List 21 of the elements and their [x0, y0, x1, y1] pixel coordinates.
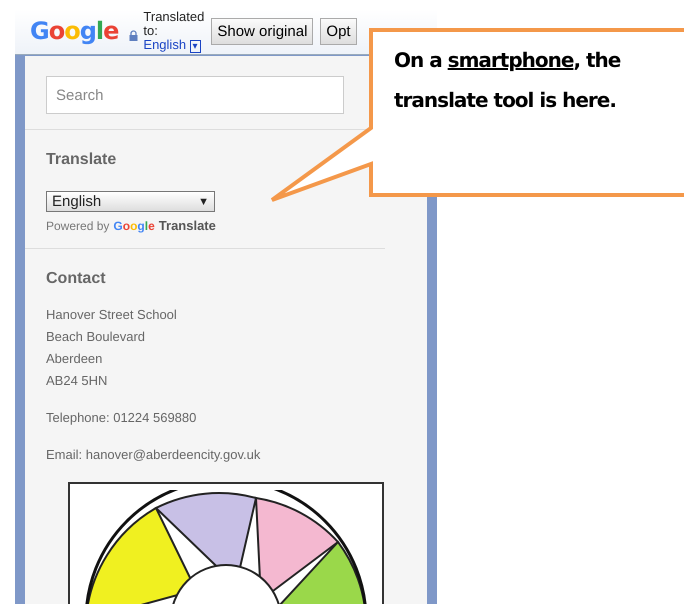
lock-icon [129, 30, 138, 40]
telephone-text: Telephone: 01224 569880 [46, 409, 198, 427]
email-text: Email: hanover@aberdeencity.gov.uk [46, 446, 262, 464]
address-line: AB24 5HN [46, 372, 108, 390]
address-line: Hanover Street School [46, 306, 178, 324]
toolbar-button[interactable]: Opt [320, 18, 357, 44]
address-line: Aberdeen [46, 350, 104, 368]
language-link[interactable]: English ▾ [143, 38, 201, 52]
toolbar-button[interactable]: Show original [211, 18, 314, 44]
google-logo: Google [30, 17, 118, 45]
google-logo: Google [113, 218, 155, 232]
section-heading: Translate [46, 151, 118, 169]
language-select[interactable]: English ▼ [46, 191, 215, 212]
status-text: to: [143, 24, 158, 38]
address-line: Beach Boulevard [46, 328, 146, 346]
translate-link[interactable]: Translate [158, 218, 216, 233]
callout-text: On a smartphone, the translate tool is here. [394, 47, 622, 114]
search-field[interactable]: Search [46, 76, 344, 114]
status-text: Translated [143, 10, 204, 24]
section-heading: Contact [46, 270, 107, 288]
powered-by-text: Powered by [46, 218, 110, 232]
